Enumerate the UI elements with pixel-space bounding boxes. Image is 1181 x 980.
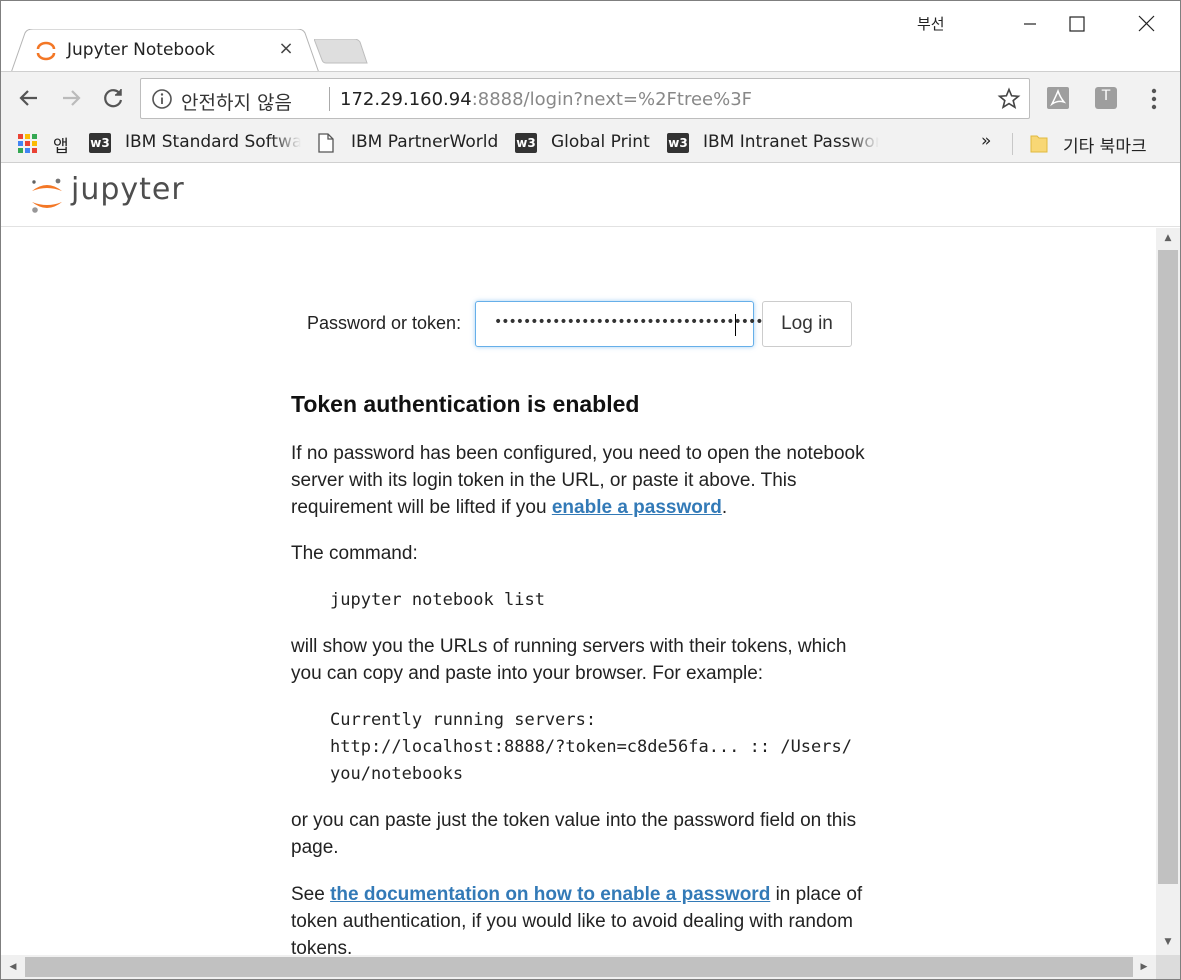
reload-icon[interactable] (99, 84, 127, 112)
see-text: See (291, 884, 331, 905)
bookmark-fade (849, 131, 879, 155)
tab-close-icon[interactable]: × (275, 38, 297, 60)
horizontal-scroll-thumb[interactable] (25, 957, 1133, 977)
bookmark-ibm-partnerworld[interactable]: IBM PartnerWorld (315, 131, 501, 155)
password-input[interactable]: •••••••••••••••••••••••••••••••••••••• (475, 301, 771, 347)
code-example-line-3: you/notebooks (330, 764, 464, 784)
bookmark-label: IBM PartnerWorld (351, 132, 499, 152)
code-command: jupyter notebook list (330, 590, 545, 610)
browser-window: Jupyter Notebook × 부선 안전하지 않음 172.29.160… (0, 0, 1181, 980)
info-icon[interactable] (151, 88, 173, 110)
w3-icon: w3 (89, 133, 111, 153)
login-page: Password or token: •••••••••••••••••••••… (1, 228, 1156, 955)
t-extension-label: T (1101, 88, 1111, 104)
forward-arrow-icon[interactable] (57, 84, 85, 112)
paragraph-paste-token: or you can paste just the token value in… (291, 810, 857, 858)
folder-icon (1029, 133, 1051, 153)
tab-jupyter-notebook[interactable]: Jupyter Notebook × (11, 29, 319, 73)
address-bar[interactable]: 안전하지 않음 172.29.160.94:8888/login?next=%2… (140, 78, 1030, 119)
jupyter-logo-text[interactable]: jupyter (71, 172, 185, 207)
bookmarks-bar: 앱 w3 IBM Standard Software IBM PartnerWo… (1, 123, 1180, 163)
url-host: 172.29.160.94 (340, 89, 472, 110)
bookmark-label: Global Print (551, 132, 650, 152)
password-label: Password or token: (307, 313, 462, 333)
bookmark-label: 기타 북마크 (1063, 137, 1147, 155)
minimize-icon[interactable] (1007, 1, 1053, 47)
code-example-line-1: Currently running servers: (330, 710, 597, 730)
title-bar: Jupyter Notebook × 부선 (1, 1, 1180, 73)
paragraph-command: The command: (291, 543, 418, 564)
page-icon (315, 133, 337, 153)
jupyter-favicon-icon (35, 40, 57, 62)
close-window-icon[interactable] (1123, 1, 1169, 47)
login-button[interactable]: Log in (762, 301, 852, 347)
profile-name[interactable]: 부선 (917, 13, 945, 34)
w3-icon: w3 (515, 133, 537, 153)
bookmark-ibm-intranet-password[interactable]: w3 IBM Intranet Password (667, 131, 879, 155)
jupyter-logo-icon[interactable] (29, 176, 65, 216)
bookmark-ibm-standard-software[interactable]: w3 IBM Standard Software (89, 131, 301, 155)
scroll-right-arrow-icon[interactable]: ▶ (1134, 957, 1154, 977)
browser-toolbar: 안전하지 않음 172.29.160.94:8888/login?next=%2… (1, 71, 1180, 123)
maximize-icon[interactable] (1053, 1, 1099, 47)
security-status-text[interactable]: 안전하지 않음 (181, 88, 292, 115)
password-value: •••••••••••••••••••••••••••••••••••••• (494, 314, 771, 330)
w3-icon: w3 (667, 133, 689, 153)
bookmark-global-print[interactable]: w3 Global Print (515, 131, 655, 155)
scroll-left-arrow-icon[interactable]: ◀ (3, 957, 23, 977)
back-arrow-icon[interactable] (15, 84, 43, 112)
scroll-up-arrow-icon[interactable]: ▲ (1158, 228, 1178, 248)
auth-heading-block: Token authentication is enabled (291, 391, 871, 418)
vertical-scrollbar[interactable]: ▲ ▼ (1156, 228, 1180, 955)
scroll-down-arrow-icon[interactable]: ▼ (1158, 932, 1178, 952)
scrollbar-corner (1156, 955, 1180, 979)
jupyter-header: jupyter (1, 164, 1180, 227)
vertical-scroll-thumb[interactable] (1158, 250, 1178, 884)
paragraph-urls: will show you the URLs of running server… (291, 636, 847, 684)
browser-menu-icon[interactable] (1143, 86, 1165, 112)
bookmark-star-icon[interactable] (997, 87, 1021, 111)
text-caret (735, 314, 736, 336)
paragraph-intro: If no password has been configured, you … (291, 440, 871, 521)
paragraph-see-docs: See the documentation on how to enable a… (291, 881, 871, 955)
bookmark-apps[interactable]: 앱 (17, 131, 77, 155)
intro-end: . (721, 497, 728, 518)
documentation-link[interactable]: the documentation on how to enable a pas… (330, 884, 770, 905)
pdf-extension-icon[interactable] (1046, 86, 1070, 110)
address-separator (329, 87, 330, 111)
bookmarks-divider (1012, 133, 1013, 155)
enable-password-link[interactable]: enable a password (552, 497, 722, 518)
tab-title: Jupyter Notebook (67, 40, 215, 60)
new-tab-button[interactable] (313, 38, 368, 69)
bookmark-label: 앱 (53, 137, 69, 155)
horizontal-scrollbar[interactable]: ◀ ▶ (1, 955, 1156, 979)
bookmark-other-folder[interactable]: 기타 북마크 (1029, 131, 1169, 155)
apps-grid-icon (17, 133, 39, 153)
t-extension-icon[interactable]: T (1094, 86, 1118, 110)
bookmark-fade (271, 131, 301, 155)
url-text[interactable]: 172.29.160.94:8888/login?next=%2Ftree%3F (340, 89, 752, 110)
code-example-line-2: http://localhost:8888/?token=c8de56fa...… (330, 737, 852, 757)
bookmarks-overflow-chevron[interactable]: » (981, 131, 1001, 155)
auth-heading: Token authentication is enabled (291, 391, 640, 417)
url-path: :8888/login?next=%2Ftree%3F (471, 89, 753, 110)
